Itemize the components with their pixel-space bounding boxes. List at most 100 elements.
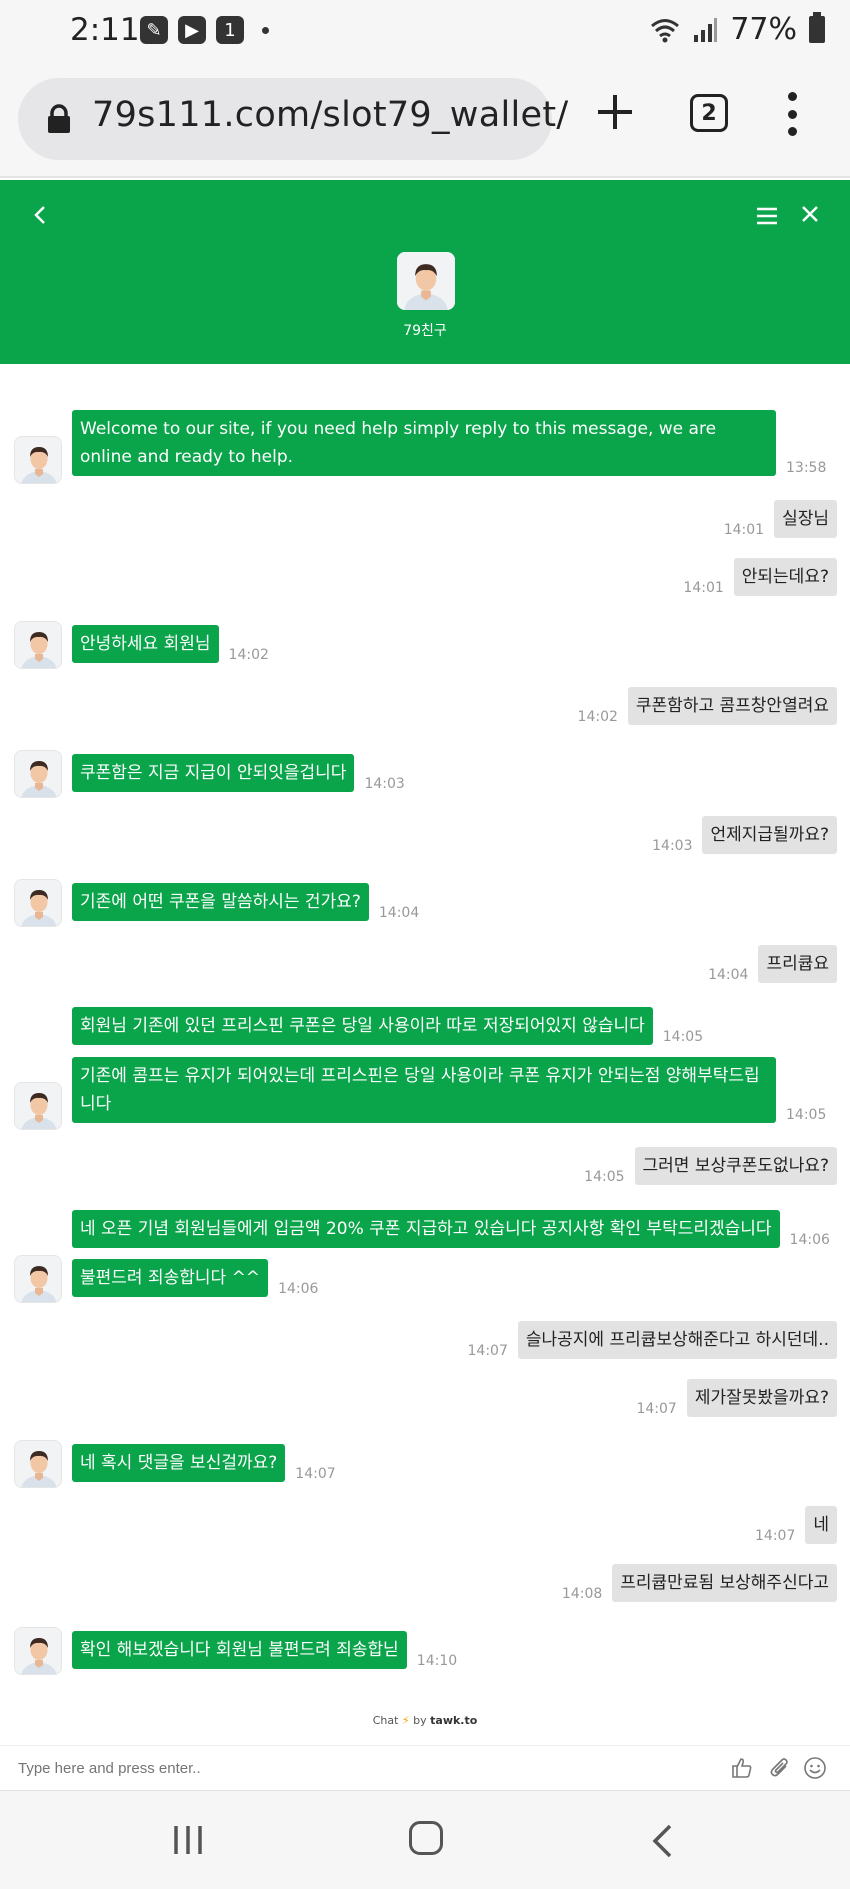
agent-message: 네 오픈 기념 회원님들에게 입금액 20% 쿠폰 지급하고 있습니다 공지사항… [72, 1210, 780, 1248]
browser-menu-button[interactable] [786, 92, 798, 136]
message-time: 14:03 [364, 776, 405, 792]
agent-message: 확인 해보겠습니다 회원님 불편드려 죄송합닏 [72, 1631, 407, 1669]
home-button[interactable] [409, 1821, 443, 1855]
message-time: 14:01 [723, 522, 765, 538]
paperclip-icon[interactable] [768, 1756, 792, 1780]
message-time: 14:07 [295, 1466, 336, 1482]
message-time: 14:07 [755, 1528, 796, 1544]
message-row: 14:02 쿠폰함하고 콤프창안열려요 [578, 687, 837, 725]
visitor-message: 슬나공지에 프리큡보상해준다고 하시던데.. [517, 1321, 837, 1359]
powered-by[interactable]: Chat ⚡ by tawk.to [0, 1714, 850, 1727]
agent-avatar [14, 1255, 62, 1303]
close-icon[interactable] [800, 204, 820, 224]
agent-message: 불편드려 죄송합니다 ^^ [72, 1259, 269, 1297]
youtube-icon: ▶ [178, 16, 206, 44]
address-bar[interactable]: 79s111.com/slot79_wallet/ [18, 78, 568, 160]
tab-switcher-button[interactable]: 2 [690, 94, 728, 132]
battery-percentage: 77% [730, 12, 797, 47]
status-bar: 2:11 ✎ ▶ 1 77% [0, 0, 850, 62]
agent-avatar [14, 879, 62, 927]
visitor-message: 실장님 [774, 500, 837, 538]
agent-message: 네 혹시 댓글을 보신걸까요? [72, 1444, 286, 1482]
message-row: 14:03 언제지급될까요? [652, 816, 837, 854]
message-time: 14:02 [228, 647, 269, 663]
message-row: 기존에 어떤 쿠폰을 말씀하시는 건가요? 14:04 [72, 883, 419, 921]
message-time: 14:06 [278, 1281, 319, 1297]
message-time: 14:07 [636, 1401, 677, 1417]
message-list: Welcome to our site, if you need help si… [0, 364, 850, 1704]
message-row: 안녕하세요 회원님 14:02 [72, 625, 269, 663]
status-time: 2:11 [70, 12, 140, 48]
agent-message: 쿠폰함은 지금 지급이 안되잇을겁니다 [72, 754, 355, 792]
agent-avatar [14, 1082, 62, 1130]
message-row: 기존에 콤프는 유지가 되어있는데 프리스핀은 당일 사용이라 쿠폰 유지가 안… [72, 1057, 826, 1123]
message-time: 14:05 [662, 1029, 704, 1045]
person-avatar-icon [15, 1628, 61, 1674]
message-time: 14:08 [561, 1586, 603, 1602]
person-avatar-icon [15, 437, 61, 483]
person-avatar-icon [15, 880, 61, 926]
message-row: 회원님 기존에 있던 프리스핀 쿠폰은 당일 사용이라 따로 저장되어있지 않습… [72, 1007, 703, 1045]
status-right: 77% [650, 12, 825, 47]
visitor-message: 그러면 보상쿠폰도없나요? [634, 1147, 837, 1185]
agent-avatar [14, 436, 62, 484]
menu-dot [787, 109, 797, 119]
system-nav-bar [0, 1790, 850, 1889]
chat-input-bar [0, 1745, 850, 1789]
person-avatar-icon [15, 751, 61, 797]
recents-icon[interactable] [172, 1823, 204, 1857]
notification-count-icon: 1 [216, 16, 244, 44]
signal-icon [694, 17, 718, 42]
powered-by-label: by [413, 1714, 427, 1727]
message-time: 14:05 [786, 1107, 827, 1123]
visitor-message: 안되는데요? [733, 558, 837, 596]
message-row: 확인 해보겠습니다 회원님 불편드려 죄송합닏 14:10 [72, 1631, 457, 1669]
lock-icon [48, 104, 70, 133]
powered-prefix: Chat [372, 1714, 399, 1727]
visitor-message: 제가잘못봤을까요? [686, 1379, 837, 1417]
message-time: 14:05 [584, 1169, 625, 1185]
message-time: 14:10 [416, 1653, 458, 1669]
person-avatar-icon [15, 622, 61, 668]
message-row: 네 혹시 댓글을 보신걸까요? 14:07 [72, 1444, 336, 1482]
message-row: 14:07 네 [755, 1506, 837, 1544]
agent-message: 기존에 콤프는 유지가 되어있는데 프리스핀은 당일 사용이라 쿠폰 유지가 안… [72, 1057, 776, 1123]
thumbs-up-icon[interactable] [730, 1756, 754, 1780]
message-row: 쿠폰함은 지금 지급이 안되잇을겁니다 14:03 [72, 754, 405, 792]
person-avatar-icon [15, 1083, 61, 1129]
chat-header: 79친구 [0, 180, 850, 364]
agent-avatar [14, 1440, 62, 1488]
back-icon[interactable] [650, 1823, 674, 1859]
hamburger-menu-icon[interactable] [755, 206, 779, 226]
browser-toolbar: 79s111.com/slot79_wallet/ 2 [0, 62, 850, 178]
message-row: 14:07 제가잘못봤을까요? [636, 1379, 837, 1417]
message-input[interactable] [18, 1754, 618, 1782]
person-avatar-icon [15, 1256, 61, 1302]
message-row: 14:08 프리큡만료됨 보상해주신다고 [562, 1564, 837, 1602]
agent-avatar [14, 750, 62, 798]
agent-message: 회원님 기존에 있던 프리스핀 쿠폰은 당일 사용이라 따로 저장되어있지 않습… [72, 1007, 653, 1045]
new-tab-button[interactable] [595, 92, 635, 132]
page: 2:11 ✎ ▶ 1 77% 79s111.com/slot79_wallet/… [0, 0, 850, 1889]
back-arrow-icon[interactable] [30, 204, 52, 226]
message-time: 14:07 [467, 1343, 508, 1359]
message-time: 14:06 [789, 1232, 830, 1248]
message-time: 14:03 [652, 838, 693, 854]
agent-message: 기존에 어떤 쿠폰을 말씀하시는 건가요? [72, 883, 369, 921]
agent-name: 79친구 [403, 323, 447, 339]
agent-avatar [14, 1627, 62, 1675]
message-row: 14:05 그러면 보상쿠폰도없나요? [584, 1147, 837, 1185]
message-row: 불편드려 죄송합니다 ^^ 14:06 [72, 1259, 318, 1297]
message-time: 14:04 [378, 905, 420, 921]
message-time: 13:58 [786, 460, 827, 476]
wifi-icon [651, 18, 680, 42]
visitor-message: 쿠폰함하고 콤프창안열려요 [627, 687, 837, 725]
powered-brand: tawk.to [430, 1714, 478, 1727]
emoji-icon[interactable] [803, 1756, 827, 1780]
message-row: 14:01 실장님 [724, 500, 837, 538]
app-notification-icon: ✎ [140, 16, 168, 44]
message-row: 14:04 프리큡요 [708, 945, 837, 983]
menu-dot [787, 92, 797, 101]
battery-icon [809, 12, 825, 43]
person-avatar-icon [397, 252, 455, 310]
